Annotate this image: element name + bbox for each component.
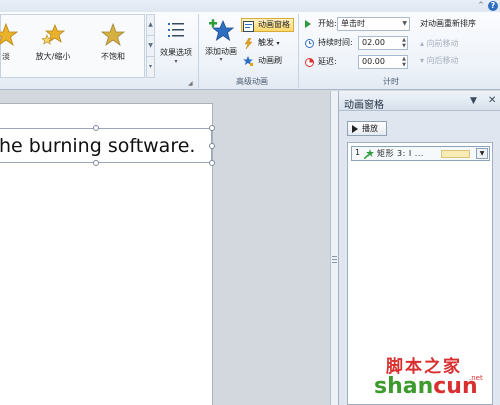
advanced-animation-group-label: 高级动画 [236,77,268,86]
chevron-down-icon: ▼ [402,20,407,27]
duration-label: 持续时间: [318,38,353,47]
item-name: 矩形 3: I ... [377,149,424,158]
start-arrow-icon [305,20,311,28]
close-icon[interactable]: ✕ [488,95,496,106]
spin-down-icon[interactable]: ▼ [402,43,406,49]
animation-painter-icon [243,56,253,66]
list-options-icon [168,23,184,37]
delay-spinner[interactable]: 00.00 ▲ ▼ [358,55,408,69]
effect-options-button[interactable]: 效果选项 ▾ [157,18,195,73]
watermark-green-text: shan [374,374,434,399]
gallery-item-label: 放大/缩小 [35,52,71,61]
resize-handle[interactable] [93,160,99,166]
timing-group-label: 计时 [383,77,399,86]
selected-text-box[interactable]: he burning software. [0,125,215,166]
title-bar: ⌃ ? [0,0,500,12]
group-divider [198,14,199,88]
ribbon: 淡 放大/缩小 不饱和 ▲ ▼ ▾ 效果选项 ▾ ◢ 添加动画 ▾ 动画窗格 触… [0,12,500,90]
lightning-icon [244,38,253,49]
help-icon[interactable]: ? [488,1,498,11]
gallery-down-icon[interactable]: ▼ [147,36,154,57]
star-desaturate-icon [101,23,125,47]
start-label: 开始: [318,19,337,28]
move-later-label: 向后移动 [426,56,459,65]
delay-value: 00.00 [362,57,385,66]
minimize-ribbon-icon[interactable]: ⌃ [476,1,486,11]
gallery-up-icon[interactable]: ▲ [147,15,154,36]
delay-row: 延迟: [305,55,345,69]
star-effect-icon [0,23,18,47]
animation-pane-button[interactable]: 动画窗格 [241,18,294,32]
animation-painter-label: 动画刷 [258,56,282,65]
resize-handle[interactable] [93,125,99,131]
play-label: 播放 [362,124,378,133]
star-grow-shrink-icon [41,23,65,45]
gallery-item-fade[interactable]: 淡 [0,15,31,77]
gallery-item-label: 淡 [2,52,10,61]
reorder-title: 对动画重新排序 [420,19,476,28]
entrance-effect-icon [364,149,374,159]
animation-pane-header: 动画窗格 ▼ ✕ [339,91,500,111]
add-animation-button[interactable]: 添加动画 ▾ [201,16,241,76]
timeline-bar [441,150,470,158]
pane-splitter[interactable] [330,91,338,405]
start-row: 开始: [305,17,337,31]
delay-label: 延迟: [318,57,337,66]
gallery-item-label: 不饱和 [101,52,125,61]
play-icon [352,125,358,133]
chevron-down-icon: ▾ [174,58,178,65]
clock-icon [305,39,314,48]
gallery-item-grow-shrink[interactable]: 放大/缩小 [28,15,78,77]
resize-handle[interactable] [209,143,215,149]
item-number: 1 [355,148,361,157]
watermark-small-text: .net [469,374,483,382]
animation-pane-label: 动画窗格 [258,20,290,29]
trigger-button[interactable]: 触发 ▾ [242,36,280,50]
duration-spinner[interactable]: 02.00 ▲ ▼ [358,36,408,50]
start-select[interactable]: 单击时 ▼ [337,17,410,31]
dialog-launcher-icon[interactable]: ◢ [188,80,193,87]
splitter-grip-icon[interactable] [332,256,337,263]
gallery-more-icon[interactable]: ▾ [147,57,154,78]
animation-pane-icon [243,21,254,32]
add-animation-star-icon [209,19,234,41]
chevron-down-icon: ▾ [276,40,280,47]
delay-clock-icon [305,58,314,67]
move-later-button[interactable]: ▾ 向后移动 [420,55,459,66]
resize-handle[interactable] [209,160,215,166]
slide-workspace: he burning software. [0,91,330,405]
animation-list-item[interactable]: 1 矩形 3: I ... ▼ [351,146,490,161]
gallery-scrollbar[interactable]: ▲ ▼ ▾ [146,14,155,78]
spin-down-icon[interactable]: ▼ [402,62,406,68]
animation-pane-title: 动画窗格 [344,100,384,111]
pane-menu-icon[interactable]: ▼ [470,96,477,106]
resize-handle[interactable] [209,125,215,131]
duration-value: 02.00 [362,38,385,47]
trigger-label: 触发 [258,38,274,47]
duration-row: 持续时间: [305,36,360,50]
chevron-down-icon: ▾ [219,56,223,63]
slide-text[interactable]: he burning software. [0,135,195,157]
start-value: 单击时 [341,19,365,28]
animation-painter-button[interactable]: 动画刷 [242,54,282,68]
group-divider [298,14,299,88]
effect-options-label: 效果选项 [160,48,192,57]
watermark: 脚本之家 shancun .net [374,352,498,404]
animation-gallery: 淡 放大/缩小 不饱和 [0,14,145,78]
move-earlier-button[interactable]: ▴ 向前移动 [420,38,459,49]
watermark-bottom-text: shancun [374,374,478,399]
slide-canvas[interactable]: he burning software. [0,103,215,405]
play-button[interactable]: 播放 [347,121,387,136]
move-earlier-label: 向前移动 [426,39,459,48]
gallery-item-desaturate[interactable]: 不饱和 [88,15,138,77]
chevron-down-icon[interactable]: ▼ [476,148,488,159]
